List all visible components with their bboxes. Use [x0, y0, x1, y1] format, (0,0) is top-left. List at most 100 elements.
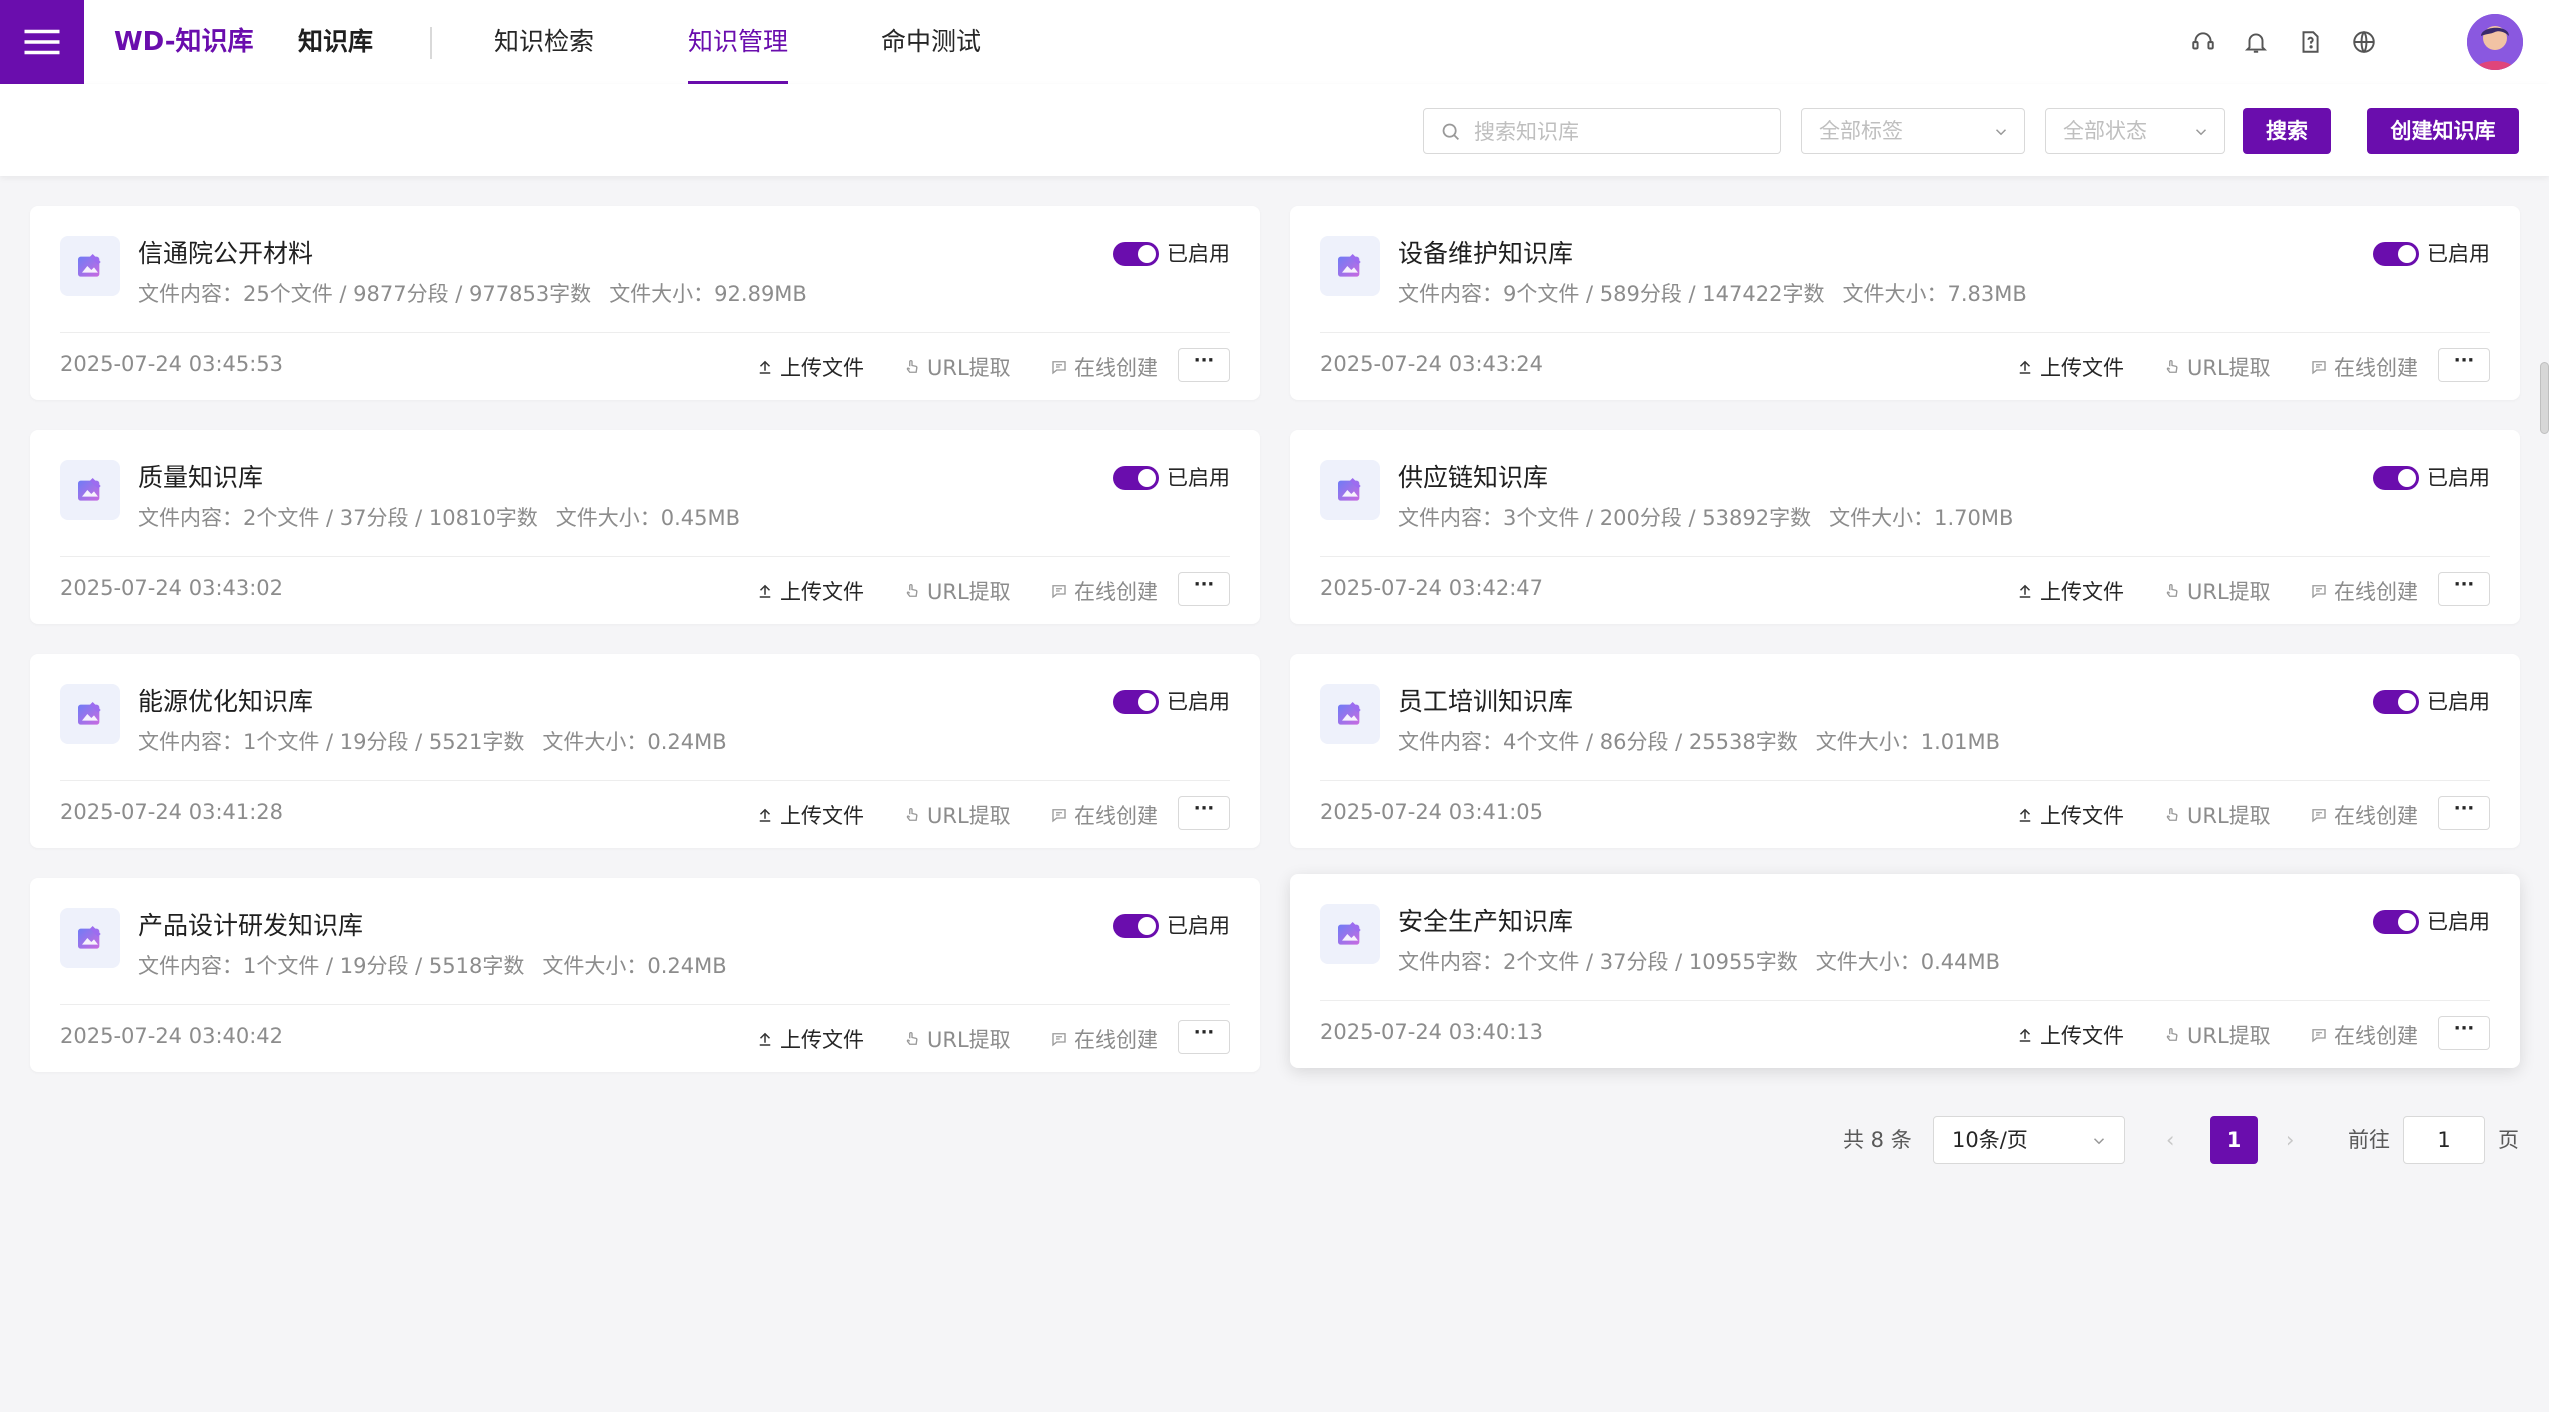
file-size: 文件大小：0.44MB [1815, 950, 2001, 974]
upload-file-button[interactable]: 上传文件 [756, 800, 864, 830]
online-create-button[interactable]: 在线创建 [2310, 1020, 2418, 1050]
url-extract-button[interactable]: URL提取 [903, 1024, 1011, 1054]
more-actions-button[interactable]: ··· [2438, 1016, 2490, 1050]
enable-toggle[interactable] [1113, 690, 1159, 714]
status-select[interactable]: 全部状态 [2045, 108, 2225, 154]
tab-knowledge-management[interactable]: 知识管理 [688, 0, 789, 84]
upload-file-button[interactable]: 上传文件 [756, 352, 864, 382]
more-actions-button[interactable]: ··· [1178, 572, 1230, 606]
upload-file-button[interactable]: 上传文件 [2016, 352, 2124, 382]
online-create-button[interactable]: 在线创建 [1050, 1024, 1158, 1054]
search-button[interactable]: 搜索 [2243, 108, 2331, 154]
online-create-button[interactable]: 在线创建 [1050, 576, 1158, 606]
online-create-button[interactable]: 在线创建 [2310, 576, 2418, 606]
top-bar: WD-知识库 知识库 知识检索 知识管理 命中测试 [0, 0, 2549, 85]
knowledge-base-title[interactable]: 员工培训知识库 [1398, 682, 1573, 718]
search-field[interactable] [1423, 108, 1781, 155]
more-actions-button[interactable]: ··· [1178, 1020, 1230, 1054]
more-actions-button[interactable]: ··· [2438, 348, 2490, 382]
next-page-button[interactable]: › [2286, 1116, 2294, 1164]
upload-icon [759, 584, 771, 598]
url-extract-label: URL提取 [2187, 804, 2271, 828]
enable-toggle[interactable] [2373, 242, 2419, 266]
url-extract-button[interactable]: URL提取 [2163, 576, 2271, 606]
message-edit-icon [1052, 1033, 1066, 1047]
enable-toggle[interactable] [1113, 914, 1159, 938]
enable-toggle[interactable] [2373, 690, 2419, 714]
create-knowledge-base-button[interactable]: 创建知识库 [2367, 108, 2519, 154]
enable-status-label: 已启用 [1167, 242, 1230, 266]
knowledge-base-card[interactable]: 信通院公开材料 文件内容：25个文件 / 9877分段 / 977853字数 文件大… [30, 206, 1260, 400]
goto-page-input[interactable]: 1 [2403, 1116, 2485, 1164]
upload-icon [2019, 808, 2031, 822]
knowledge-base-title[interactable]: 设备维护知识库 [1398, 234, 1573, 270]
more-actions-button[interactable]: ··· [2438, 572, 2490, 606]
upload-file-button[interactable]: 上传文件 [756, 1024, 864, 1054]
scrollbar-handle[interactable] [2540, 362, 2549, 434]
notification-button[interactable] [2238, 24, 2274, 60]
url-extract-button[interactable]: URL提取 [903, 576, 1011, 606]
knowledge-base-title[interactable]: 质量知识库 [138, 458, 263, 494]
knowledge-base-icon [1338, 478, 1361, 501]
help-button[interactable] [2292, 24, 2328, 60]
search-input[interactable] [1472, 109, 1776, 155]
knowledge-base-title[interactable]: 产品设计研发知识库 [138, 906, 363, 942]
brand-logo[interactable]: WD-知识库 [114, 0, 254, 84]
knowledge-base-card[interactable]: 员工培训知识库 文件内容：4个文件 / 86分段 / 25538字数 文件大小：1.… [1290, 654, 2520, 848]
url-extract-label: URL提取 [927, 356, 1011, 380]
upload-file-button[interactable]: 上传文件 [2016, 1020, 2124, 1050]
knowledge-base-card[interactable]: 设备维护知识库 文件内容：9个文件 / 589分段 / 147422字数 文件大小：… [1290, 206, 2520, 400]
support-button[interactable] [2185, 24, 2221, 60]
globe-icon [2353, 30, 2375, 54]
knowledge-base-icon [78, 926, 101, 949]
page-number-current[interactable]: 1 [2210, 1116, 2258, 1164]
knowledge-base-icon-wrap [1320, 460, 1380, 520]
file-size: 文件大小：1.01MB [1815, 730, 2001, 754]
url-extract-button[interactable]: URL提取 [2163, 1020, 2271, 1050]
knowledge-base-meta: 文件内容：1个文件 / 19分段 / 5521字数 文件大小：0.24MB [138, 726, 727, 756]
upload-file-button[interactable]: 上传文件 [2016, 800, 2124, 830]
file-content-stats: 文件内容：25个文件 / 9877分段 / 977853字数 [138, 282, 592, 306]
knowledge-base-card[interactable]: 能源优化知识库文件内容：1个文件 / 19分段 / 5521字数 文件大小：0.2… [30, 654, 1260, 848]
card-divider [60, 780, 1230, 781]
url-extract-button[interactable]: URL提取 [2163, 352, 2271, 382]
knowledge-base-card[interactable]: 供应链知识库 文件内容：3个文件 / 200分段 / 53892字数 文件大小：1.… [1290, 430, 2520, 624]
upload-file-button[interactable]: 上传文件 [756, 576, 864, 606]
created-date: 2025-07-24 03:43:24 [1320, 352, 1544, 376]
more-actions-button[interactable]: ··· [2438, 796, 2490, 830]
search-icon [1442, 123, 1459, 140]
enable-toggle[interactable] [1113, 466, 1159, 490]
enable-toggle[interactable] [2373, 910, 2419, 934]
avatar[interactable] [2467, 14, 2523, 70]
hand-pointer-icon [2166, 1027, 2178, 1041]
enable-toggle[interactable] [1113, 242, 1159, 266]
online-create-button[interactable]: 在线创建 [2310, 800, 2418, 830]
tag-select[interactable]: 全部标签 [1801, 108, 2025, 154]
enable-toggle[interactable] [2373, 466, 2419, 490]
upload-icon [759, 1032, 771, 1046]
knowledge-base-card[interactable]: 质量知识库 文件内容：2个文件 / 37分段 / 10810字数 文件大小：0.45… [30, 430, 1260, 624]
upload-file-button[interactable]: 上传文件 [2016, 576, 2124, 606]
tab-knowledge-search[interactable]: 知识检索 [494, 0, 594, 84]
url-extract-button[interactable]: URL提取 [2163, 800, 2271, 830]
more-actions-button[interactable]: ··· [1178, 796, 1230, 830]
hand-pointer-icon [2166, 807, 2178, 821]
knowledge-base-title[interactable]: 安全生产知识库 [1398, 902, 1573, 938]
online-create-button[interactable]: 在线创建 [1050, 352, 1158, 382]
more-actions-button[interactable]: ··· [1178, 348, 1230, 382]
knowledge-base-title[interactable]: 供应链知识库 [1398, 458, 1548, 494]
page-size-select[interactable]: 10条/页 [1933, 1116, 2125, 1164]
knowledge-base-title[interactable]: 信通院公开材料 [138, 234, 313, 270]
language-button[interactable] [2346, 24, 2382, 60]
online-create-button[interactable]: 在线创建 [1050, 800, 1158, 830]
menu-button[interactable] [0, 0, 84, 84]
url-extract-button[interactable]: URL提取 [903, 800, 1011, 830]
knowledge-base-card[interactable]: 安全生产知识库 文件内容：2个文件 / 37分段 / 10955字数 文件大小：0.… [1290, 874, 2520, 1068]
prev-page-button[interactable]: ‹ [2166, 1116, 2174, 1164]
knowledge-base-title[interactable]: 能源优化知识库 [138, 682, 313, 718]
knowledge-base-icon-wrap [1320, 236, 1380, 296]
online-create-button[interactable]: 在线创建 [2310, 352, 2418, 382]
tab-hit-test[interactable]: 命中测试 [881, 0, 981, 84]
knowledge-base-card[interactable]: 产品设计研发知识库 文件内容：1个文件 / 19分段 / 5518字数 文件大小：0… [30, 878, 1260, 1072]
url-extract-button[interactable]: URL提取 [903, 352, 1011, 382]
